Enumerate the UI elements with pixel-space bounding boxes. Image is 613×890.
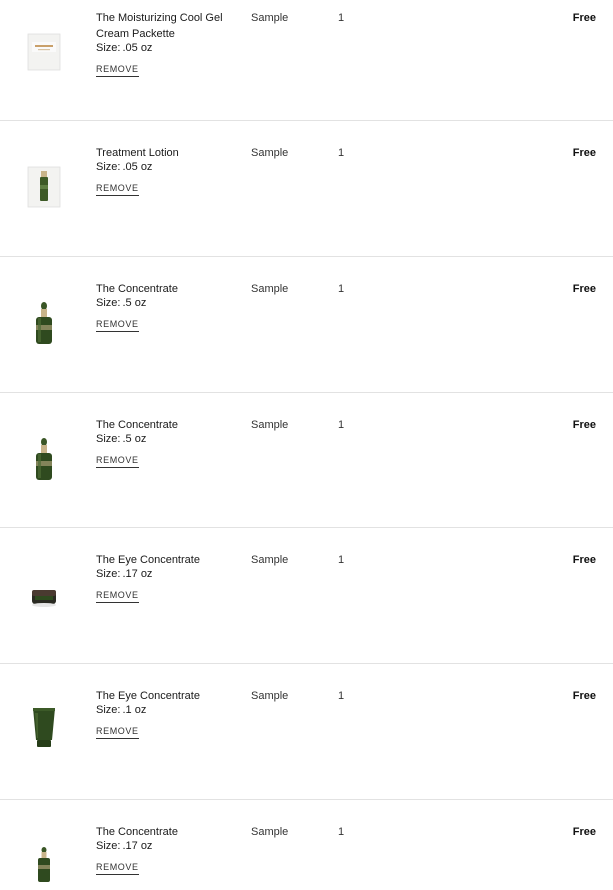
- remove-button[interactable]: REMOVE: [96, 64, 139, 77]
- item-price: Free: [572, 283, 596, 295]
- cart-item-row: The Moisturizing Cool Gel Cream Packette…: [0, 10, 613, 120]
- remove-button[interactable]: REMOVE: [96, 183, 139, 196]
- product-size: Size: .17 oz: [96, 840, 153, 852]
- tube-icon: [22, 704, 66, 748]
- item-type: Sample: [251, 419, 289, 431]
- row-divider: [0, 663, 613, 664]
- item-quantity: 1: [338, 147, 345, 159]
- remove-button[interactable]: REMOVE: [96, 590, 139, 603]
- item-price: Free: [572, 690, 596, 702]
- small-bottle-icon: [22, 846, 66, 890]
- row-divider: [0, 799, 613, 800]
- row-divider: [0, 120, 613, 121]
- item-quantity: 1: [338, 690, 345, 702]
- dropper-bottle-icon: [22, 301, 66, 345]
- item-quantity: 1: [338, 12, 345, 24]
- remove-button[interactable]: REMOVE: [96, 455, 139, 468]
- item-quantity: 1: [338, 283, 345, 295]
- item-price: Free: [572, 147, 596, 159]
- remove-button[interactable]: REMOVE: [96, 319, 139, 332]
- sachet-lotion-icon: [22, 165, 66, 209]
- product-size: Size: .05 oz: [96, 161, 153, 173]
- item-price: Free: [572, 419, 596, 431]
- item-type: Sample: [251, 690, 289, 702]
- row-divider: [0, 256, 613, 257]
- item-quantity: 1: [338, 554, 345, 566]
- remove-button[interactable]: REMOVE: [96, 862, 139, 875]
- item-type: Sample: [251, 826, 289, 838]
- item-type: Sample: [251, 283, 289, 295]
- remove-button[interactable]: REMOVE: [96, 726, 139, 739]
- product-size: Size: .1 oz: [96, 704, 147, 716]
- cart-item-row: The Eye Concentrate Size: .1 oz REMOVE Sa…: [0, 688, 613, 798]
- product-size: Size: .5 oz: [96, 297, 147, 309]
- cart-item-row: The Eye Concentrate Size: .17 oz REMOVE S…: [0, 552, 613, 662]
- cart-item-row: The Concentrate Size: .5 oz REMOVE Sample…: [0, 281, 613, 391]
- product-size: Size: .17 oz: [96, 568, 153, 580]
- cart-item-row: The Concentrate Size: .5 oz REMOVE Sample…: [0, 417, 613, 527]
- dropper-bottle-icon: [22, 437, 66, 481]
- eye-jar-icon: [22, 574, 66, 618]
- cart-item-row: Treatment Lotion Size: .05 oz REMOVE Samp…: [0, 145, 613, 255]
- item-type: Sample: [251, 554, 289, 566]
- item-price: Free: [572, 826, 596, 838]
- product-name: The Moisturizing Cool Gel Cream Packette: [96, 12, 223, 40]
- item-quantity: 1: [338, 419, 345, 431]
- item-price: Free: [572, 554, 596, 566]
- item-type: Sample: [251, 147, 289, 159]
- sachet-cream-icon: [22, 30, 66, 74]
- product-size: Size: .5 oz: [96, 433, 147, 445]
- item-quantity: 1: [338, 826, 345, 838]
- cart-item-row: The Concentrate Size: .17 oz REMOVE Sampl…: [0, 824, 613, 890]
- row-divider: [0, 527, 613, 528]
- row-divider: [0, 392, 613, 393]
- item-price: Free: [572, 12, 596, 24]
- cart-item-list: The Moisturizing Cool Gel Cream Packette…: [0, 0, 613, 890]
- product-size: Size: .05 oz: [96, 42, 153, 54]
- item-type: Sample: [251, 12, 289, 24]
